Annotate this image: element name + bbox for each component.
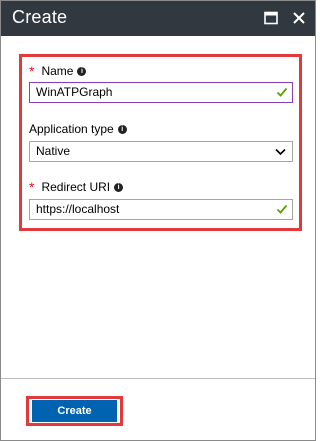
application-type-label-text: Application type xyxy=(29,122,114,136)
footer-divider xyxy=(1,378,315,379)
redirect-uri-input[interactable]: https://localhost xyxy=(29,199,293,220)
name-input-value: WinATPGraph xyxy=(36,85,113,99)
close-icon[interactable] xyxy=(291,10,307,26)
checkmark-icon xyxy=(276,87,288,97)
redirect-uri-input-value: https://localhost xyxy=(36,202,120,216)
redirect-uri-label: * Redirect URI i xyxy=(29,179,124,195)
chevron-down-icon xyxy=(275,148,286,156)
maximize-icon[interactable] xyxy=(263,10,279,26)
blade-titlebar: Create xyxy=(1,1,315,36)
name-input[interactable]: WinATPGraph xyxy=(29,82,293,103)
create-button[interactable]: Create xyxy=(32,400,117,422)
info-icon[interactable]: i xyxy=(114,182,124,192)
info-icon[interactable]: i xyxy=(117,124,127,134)
info-icon[interactable]: i xyxy=(77,66,87,76)
create-blade: Create * Name i WinATPGraph Application … xyxy=(0,0,316,441)
application-type-label: Application type i xyxy=(29,122,127,136)
required-mark: * xyxy=(29,63,35,79)
checkmark-icon xyxy=(276,204,288,214)
application-type-selected: Native xyxy=(36,144,71,158)
required-mark: * xyxy=(29,179,35,195)
name-label-text: Name xyxy=(41,64,74,78)
blade-title: Create xyxy=(12,7,68,27)
application-type-select[interactable]: Native xyxy=(29,141,293,162)
name-label: * Name i xyxy=(29,63,87,79)
redirect-uri-label-text: Redirect URI xyxy=(41,180,111,194)
